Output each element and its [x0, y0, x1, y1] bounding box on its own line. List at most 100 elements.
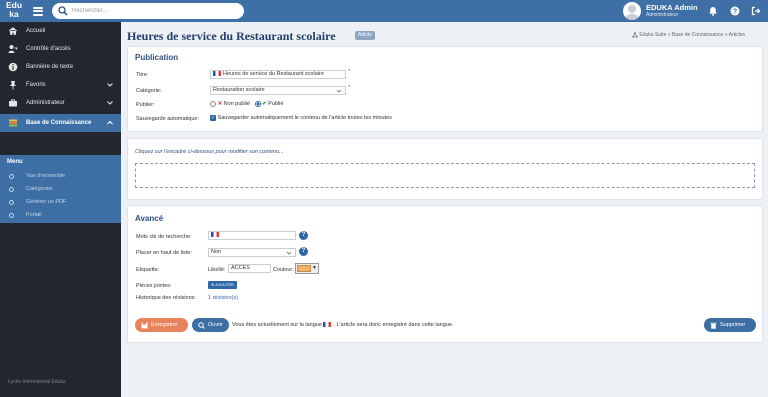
chevron-down-icon — [336, 89, 342, 93]
sidebar-item-administrator[interactable]: Administrateur — [0, 94, 121, 112]
check-icon: ✔ — [262, 101, 267, 107]
add-label: AJOUTER — [215, 282, 234, 287]
briefcase-icon — [9, 99, 17, 107]
tag-color-picker[interactable]: ▼ — [295, 263, 319, 274]
french-flag-icon — [213, 71, 221, 77]
sidebar-footer: Lycée International Eduka — [8, 379, 66, 385]
books-icon — [9, 119, 17, 127]
sidebar-item-label: Administrateur — [26, 100, 65, 106]
search-icon — [58, 6, 68, 16]
title-value: Heures de service du Restaurant scolaire — [223, 71, 324, 77]
required-marker: * — [348, 69, 351, 75]
autosave-option: ✓ Sauvegarder automatiquement le contenu… — [210, 115, 392, 121]
advanced-heading: Avancé — [135, 214, 164, 223]
publication-heading: Publication — [135, 53, 179, 62]
unpublished-label: Non publié — [223, 101, 250, 107]
app-logo[interactable]: Edu ka — [3, 1, 25, 21]
save-button[interactable]: Enregistrer — [135, 318, 188, 332]
publish-options: ✕ Non publié ✔ Publié — [210, 101, 283, 107]
sidebar-item-text-banner[interactable]: Bannière de texte — [0, 58, 121, 76]
submenu-item-generate-pdf[interactable]: Générer un PDF — [0, 196, 121, 209]
autosave-text: Sauvegarder automatiquement le contenu d… — [217, 115, 392, 121]
pin-select[interactable]: Non — [208, 248, 296, 257]
published-label: Publié — [268, 101, 284, 107]
pin-label: Placer en haut de liste: — [136, 250, 192, 256]
home-icon — [8, 27, 18, 35]
sidebar-item-knowledge-base[interactable]: Base de Connaissance — [0, 114, 121, 132]
submenu-item-portal[interactable]: Portail — [0, 209, 121, 222]
submenu-item-categories[interactable]: Catégories — [0, 183, 121, 196]
advanced-panel: Avancé Mots clé de recherche: ? Placer e… — [127, 205, 763, 343]
add-attachment-button[interactable]: ⊕ AJOUTER — [208, 281, 237, 289]
help-icon[interactable]: ? — [730, 6, 740, 16]
publication-panel: Publication Titre: Heures de service du … — [127, 46, 763, 132]
content-editor[interactable] — [135, 163, 755, 188]
tag-label: Etiquette: — [136, 267, 160, 273]
search-icon — [198, 321, 205, 329]
avatar[interactable] — [623, 2, 641, 20]
logout-icon[interactable] — [751, 6, 761, 16]
libelle-input[interactable]: ACCÈS — [228, 264, 271, 273]
sidebar-item-label: Bannière de texte — [26, 64, 74, 70]
sidebar-item-home[interactable]: Accueil — [0, 22, 121, 40]
user-name: EDUKA Admin — [646, 3, 698, 12]
circle-icon — [9, 187, 14, 192]
breadcrumb[interactable]: Eduka Suite » Base de Connaissance » Art… — [632, 32, 762, 38]
sidebar-item-label: Accueil — [26, 28, 46, 34]
chevron-up-icon — [107, 120, 113, 125]
breadcrumb-text: Eduka Suite » Base de Connaissance » Art… — [639, 32, 746, 38]
search-box[interactable] — [52, 3, 244, 19]
circle-icon — [9, 174, 14, 179]
save-icon — [141, 322, 148, 328]
menu-toggle-icon[interactable] — [33, 5, 43, 17]
published-radio[interactable] — [254, 101, 261, 107]
sidebar-item-favorites[interactable]: Favoris — [0, 76, 121, 94]
user-role: Administrateur — [646, 12, 679, 18]
category-label: Catégorie: — [136, 88, 162, 94]
autosave-checkbox[interactable]: ✓ — [210, 115, 216, 121]
history-link[interactable]: 1 révision(s) — [208, 295, 238, 301]
save-label: Enregistrer — [151, 322, 178, 328]
unpublished-radio[interactable] — [210, 101, 216, 107]
delete-button[interactable]: Supprimer — [704, 318, 756, 332]
history-label: Historique des révisions: — [136, 295, 196, 301]
user-key-icon — [8, 45, 18, 53]
submenu-item-label: Catégories — [26, 186, 53, 192]
category-select[interactable]: Restauration scolaire — [210, 86, 346, 95]
sidebar-item-label: Contrôle d'accès — [26, 46, 71, 52]
open-button[interactable]: Ouvrir — [192, 318, 229, 332]
submenu-item-label: Générer un PDF — [26, 199, 67, 205]
autosave-label: Sauvegarde automatique: — [136, 116, 199, 122]
pin-icon — [10, 81, 16, 90]
x-icon: ✕ — [217, 101, 223, 107]
editor-hint: Cliquez sur l'encadré ci-dessous pour mo… — [135, 149, 284, 155]
page-badge: Article — [355, 31, 375, 40]
publish-label: Publier: — [136, 102, 155, 108]
submenu-item-overview[interactable]: Vue d'ensemble — [0, 170, 121, 183]
language-notice-after: . L'article sera donc enregistré dans ce… — [333, 322, 454, 328]
logo-line-2: ka — [9, 9, 19, 19]
sitemap-icon — [632, 32, 638, 38]
help-icon[interactable]: ? — [299, 247, 308, 256]
page-title: Heures de service du Restaurant scolaire — [127, 29, 336, 43]
couleur-label: Couleur: — [273, 267, 294, 273]
sidebar-item-access-control[interactable]: Contrôle d'accès — [0, 40, 121, 58]
search-input[interactable] — [72, 5, 237, 17]
attachments-label: Pièces jointes: — [136, 283, 172, 289]
plus-icon: ⊕ — [211, 282, 215, 287]
libelle-label: Libellé: — [208, 267, 226, 273]
category-value: Restauration scolaire — [213, 87, 265, 93]
sidebar: Accueil Contrôle d'accès Bannière de tex… — [0, 22, 121, 397]
required-marker: * — [348, 85, 351, 91]
help-icon[interactable]: ? — [299, 231, 308, 240]
submenu-item-label: Vue d'ensemble — [26, 173, 66, 179]
chevron-down-icon — [107, 83, 113, 87]
title-input[interactable]: Heures de service du Restaurant scolaire — [210, 70, 346, 79]
keywords-input[interactable] — [208, 231, 296, 240]
editor-panel: Cliquez sur l'encadré ci-dessous pour mo… — [127, 138, 763, 200]
bell-icon[interactable] — [708, 6, 718, 16]
circle-icon — [9, 213, 14, 218]
circle-icon — [9, 200, 14, 205]
chevron-down-icon — [107, 101, 113, 105]
submenu-title: Menu — [7, 159, 23, 165]
